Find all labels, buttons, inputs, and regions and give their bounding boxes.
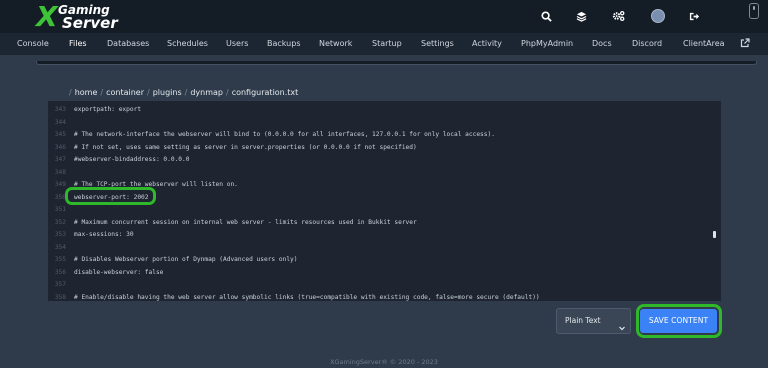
editor-line[interactable]: 347 #webserver-bindaddress: 0.0.0.0 (48, 154, 721, 166)
tab-files[interactable]: Files (69, 33, 87, 55)
tab-schedules[interactable]: Schedules (167, 33, 208, 55)
logo-mark: X (36, 0, 58, 33)
cogs-icon[interactable] (611, 9, 625, 23)
tab-settings[interactable]: Settings (421, 33, 454, 55)
editor-line[interactable]: 358 # Enable/disable having the web serve… (48, 292, 721, 302)
line-number: 348 (54, 168, 66, 176)
breadcrumb-plugins[interactable]: plugins (153, 88, 182, 97)
editor-line[interactable]: 353 max-sessions: 30 (48, 229, 721, 241)
layers-icon[interactable] (574, 9, 588, 23)
line-text[interactable]: disable-webserver: false (74, 267, 163, 279)
line-number: 344 (54, 118, 66, 126)
logo[interactable]: X Gaming Server (36, 0, 126, 33)
editor-scrollbar-thumb[interactable] (713, 231, 716, 238)
line-number: 355 (54, 256, 66, 263)
search-icon[interactable] (539, 9, 553, 23)
tab-startup[interactable]: Startup (372, 33, 402, 55)
tab-console[interactable]: Console (17, 33, 49, 55)
line-text[interactable]: # Disables Webserver portion of Dynmap (… (74, 254, 298, 266)
top-bar: X Gaming Server (0, 0, 768, 33)
tab-databases[interactable]: Databases (107, 33, 149, 55)
server-nav: Console Files Databases Schedules Users … (0, 33, 768, 55)
line-text[interactable]: exportpath: export (74, 104, 141, 116)
editor-line[interactable]: 343 exportpath: export (48, 104, 721, 116)
tab-activity[interactable]: Activity (472, 33, 502, 55)
save-content-button[interactable]: SAVE CONTENT (640, 309, 717, 333)
line-number: 352 (54, 218, 66, 226)
line-number: 356 (54, 268, 66, 276)
tab-users[interactable]: Users (226, 33, 248, 55)
avatar[interactable] (651, 9, 665, 23)
breadcrumb-root[interactable]: / (69, 88, 72, 97)
chevron-down-icon (618, 317, 626, 331)
editor-line[interactable]: 344 (48, 117, 721, 129)
line-number: 347 (54, 156, 66, 163)
line-number: 349 (54, 181, 66, 188)
breadcrumb-home[interactable]: home (75, 88, 98, 97)
line-number: 358 (54, 293, 66, 301)
tab-backups[interactable]: Backups (267, 33, 301, 55)
tab-network[interactable]: Network (319, 33, 352, 55)
line-text[interactable]: # Maximum concurrent session on internal… (74, 217, 417, 229)
breadcrumb-file: configuration.txt (231, 88, 299, 97)
breadcrumb: / home / container / plugins / dynmap / configura… (69, 88, 299, 97)
line-text[interactable]: #webserver-bindaddress: 0.0.0.0 (74, 154, 189, 166)
editor-line[interactable]: 348 (48, 167, 721, 179)
page-scrollbar[interactable] (749, 3, 759, 19)
editor-line[interactable]: 354 (48, 242, 721, 254)
breadcrumb-dynmap[interactable]: dynmap (190, 88, 223, 97)
line-number: 346 (54, 143, 66, 151)
external-link-icon[interactable] (740, 38, 750, 50)
line-number: 350 (54, 193, 66, 201)
syntax-mode-select[interactable]: Plain Text (556, 308, 631, 334)
editor-line[interactable]: 352 # Maximum concurrent session on inter… (48, 217, 721, 229)
editor-line[interactable]: 346 # If not set, uses same setting as se… (48, 142, 721, 154)
footer-copyright: XGamingServer® © 2020 - 2023 (330, 358, 438, 366)
syntax-mode-value: Plain Text (565, 316, 601, 325)
nav-scroll-track (36, 61, 757, 65)
line-number: 353 (54, 231, 66, 238)
tab-docs[interactable]: Docs (592, 33, 612, 55)
line-text[interactable]: max-sessions: 30 (74, 229, 134, 241)
line-text[interactable]: # The network-interface the webserver wi… (74, 129, 495, 141)
line-number: 351 (54, 206, 66, 213)
highlight-port-line (65, 187, 156, 205)
editor-line[interactable]: 345 # The network-interface the webserver… (48, 129, 721, 141)
breadcrumb-container[interactable]: container (106, 88, 144, 97)
logout-icon[interactable] (687, 9, 701, 23)
editor-line[interactable]: 351 (48, 204, 721, 216)
tab-phpmyadmin[interactable]: PhpMyAdmin (521, 33, 573, 55)
line-number: 354 (54, 243, 66, 251)
tab-discord[interactable]: Discord (632, 33, 662, 55)
line-number: 345 (54, 131, 66, 138)
editor-line[interactable]: 355 # Disables Webserver portion of Dynma… (48, 254, 721, 266)
line-number: 343 (54, 106, 66, 113)
editor-line[interactable]: 357 (48, 279, 721, 291)
line-text[interactable]: # If not set, uses same setting as serve… (74, 142, 417, 154)
line-number: 357 (54, 281, 66, 288)
tab-clientarea[interactable]: ClientArea (683, 33, 725, 55)
line-text[interactable]: # Enable/disable having the web server a… (74, 292, 540, 302)
editor-line[interactable]: 356 disable-webserver: false (48, 267, 721, 279)
logo-text-line2: Server (62, 14, 118, 32)
